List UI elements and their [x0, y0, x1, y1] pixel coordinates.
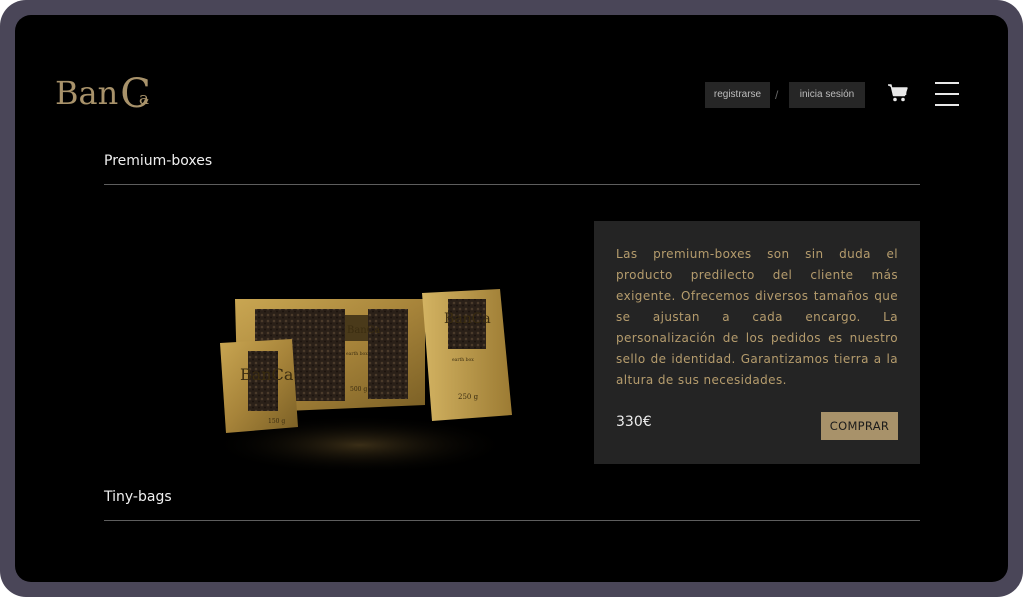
- buy-button[interactable]: COMPRAR: [821, 412, 898, 440]
- brand-logo[interactable]: BanCa: [55, 71, 161, 114]
- login-button[interactable]: inicia sesión: [789, 82, 865, 108]
- section-title-premium-boxes: Premium-boxes: [104, 153, 213, 169]
- hamburger-menu-icon[interactable]: [935, 82, 959, 108]
- right-box-weight: 250 g: [458, 393, 479, 401]
- large-box-tagline: earth box: [346, 351, 368, 357]
- product-info-panel: Las premium-boxes son sin duda el produc…: [594, 221, 920, 464]
- auth-separator: /: [775, 88, 779, 102]
- menu-bar-top: [935, 82, 959, 84]
- section-divider: [104, 520, 920, 521]
- device-frame: BanCa registrarse / inicia sesión Premiu…: [0, 0, 1023, 597]
- section-title-tiny-bags: Tiny-bags: [104, 489, 172, 505]
- small-box-weight: 150 g: [268, 418, 285, 425]
- large-box-logo: BanCa: [347, 325, 380, 336]
- logo-part-a: a: [138, 89, 149, 109]
- premium-boxes-product-image: BanCa earth box 500 g BanCa earth box 25…: [210, 289, 512, 470]
- logo-part-main: Ban: [55, 74, 119, 112]
- right-box-logo: BanCa: [444, 311, 491, 327]
- large-box-weight: 500 g: [350, 386, 367, 393]
- section-divider: [104, 184, 920, 185]
- product-price: 330€: [616, 414, 652, 430]
- cart-icon[interactable]: [887, 83, 909, 103]
- menu-bar-bottom: [935, 104, 959, 106]
- right-box-tagline: earth box: [452, 357, 474, 363]
- register-button[interactable]: registrarse: [705, 82, 770, 108]
- product-description: Las premium-boxes son sin duda el produc…: [616, 247, 898, 387]
- small-box-logo: BanCa: [240, 365, 294, 384]
- screen: BanCa registrarse / inicia sesión Premiu…: [15, 15, 1008, 582]
- menu-bar-middle: [935, 93, 959, 95]
